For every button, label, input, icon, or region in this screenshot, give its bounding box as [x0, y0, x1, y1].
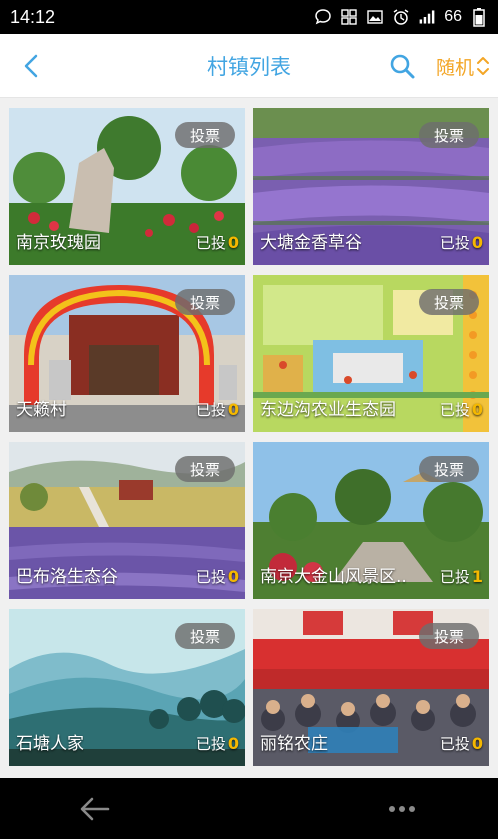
voted-status: 已投 0	[196, 232, 239, 253]
voted-label: 已投	[439, 234, 470, 252]
voted-status: 已投 0	[440, 399, 483, 420]
voted-count: 0	[227, 400, 239, 419]
image-notification-icon	[366, 8, 384, 26]
village-card[interactable]: 投票 石塘人家 已投 0	[9, 609, 245, 766]
village-name: 丽铭农庄	[260, 734, 328, 754]
village-card[interactable]: 投票 丽铭农庄 已投 0	[253, 609, 489, 766]
more-dots-icon	[389, 806, 415, 812]
voted-count: 1	[471, 567, 483, 586]
app-header: 村镇列表 随机	[0, 34, 498, 98]
village-name: 巴布洛生态谷	[16, 567, 118, 587]
vote-button[interactable]: 投票	[419, 623, 479, 649]
random-sort-label: 随机	[435, 56, 474, 79]
village-card[interactable]: 投票 巴布洛生态谷 已投 0	[9, 442, 245, 599]
page-title: 村镇列表	[207, 54, 291, 79]
vote-button[interactable]: 投票	[175, 623, 235, 649]
chevron-updown-icon	[477, 57, 489, 75]
voted-count: 0	[471, 734, 483, 753]
voted-count: 0	[227, 734, 239, 753]
status-time: 14:12	[10, 6, 56, 27]
voted-label: 已投	[195, 735, 226, 753]
status-bar: 14:12 66	[0, 0, 498, 34]
voted-status: 已投 1	[440, 566, 483, 587]
vote-button[interactable]: 投票	[175, 456, 235, 482]
alarm-icon	[392, 8, 410, 26]
chevron-left-icon	[24, 54, 38, 78]
voted-count: 0	[471, 400, 483, 419]
voted-status: 已投 0	[196, 399, 239, 420]
arrow-left-icon	[80, 797, 110, 821]
village-name: 东边沟农业生态园	[260, 400, 396, 420]
village-grid: 投票 南京玫瑰园 已投 0 投票 大塘金香草谷 已投 0 投票 天籁村 已投 0…	[9, 108, 489, 766]
voted-status: 已投 0	[196, 566, 239, 587]
voted-status: 已投 0	[196, 733, 239, 754]
vote-button[interactable]: 投票	[419, 122, 479, 148]
village-card[interactable]: 投票 大塘金香草谷 已投 0	[253, 108, 489, 265]
village-card[interactable]: 投票 东边沟农业生态园 已投 0	[253, 275, 489, 432]
system-nav-bar	[0, 778, 498, 839]
signal-3g-icon	[418, 8, 436, 26]
chat-notification-icon	[314, 8, 332, 26]
search-button[interactable]	[388, 52, 416, 80]
voted-status: 已投 0	[440, 733, 483, 754]
random-sort-button[interactable]: 随机	[436, 52, 490, 80]
village-name: 南京玫瑰园	[16, 233, 101, 253]
status-icons: 66	[314, 8, 488, 27]
voted-count: 0	[471, 233, 483, 252]
village-card[interactable]: 投票 南京大金山风景区.. 已投 1	[253, 442, 489, 599]
voted-label: 已投	[195, 401, 226, 419]
vote-button[interactable]: 投票	[175, 289, 235, 315]
vote-button[interactable]: 投票	[419, 289, 479, 315]
village-name: 南京大金山风景区..	[260, 567, 407, 587]
village-card[interactable]: 投票 天籁村 已投 0	[9, 275, 245, 432]
vote-button[interactable]: 投票	[419, 456, 479, 482]
voted-count: 0	[227, 567, 239, 586]
village-card[interactable]: 投票 南京玫瑰园 已投 0	[9, 108, 245, 265]
app-grid-notification-icon	[340, 8, 358, 26]
back-button[interactable]	[18, 52, 46, 80]
nav-more-button[interactable]	[384, 794, 420, 824]
village-name: 大塘金香草谷	[260, 233, 362, 253]
voted-count: 0	[227, 233, 239, 252]
search-icon	[390, 54, 415, 79]
village-name: 石塘人家	[16, 734, 84, 754]
vote-button[interactable]: 投票	[175, 122, 235, 148]
voted-label: 已投	[439, 401, 470, 419]
voted-status: 已投 0	[440, 232, 483, 253]
battery-level: 66	[444, 8, 462, 25]
voted-label: 已投	[439, 735, 470, 753]
battery-icon	[470, 8, 488, 27]
voted-label: 已投	[439, 568, 470, 586]
voted-label: 已投	[195, 568, 226, 586]
voted-label: 已投	[195, 234, 226, 252]
village-name: 天籁村	[16, 400, 67, 420]
nav-back-button[interactable]	[78, 794, 112, 824]
